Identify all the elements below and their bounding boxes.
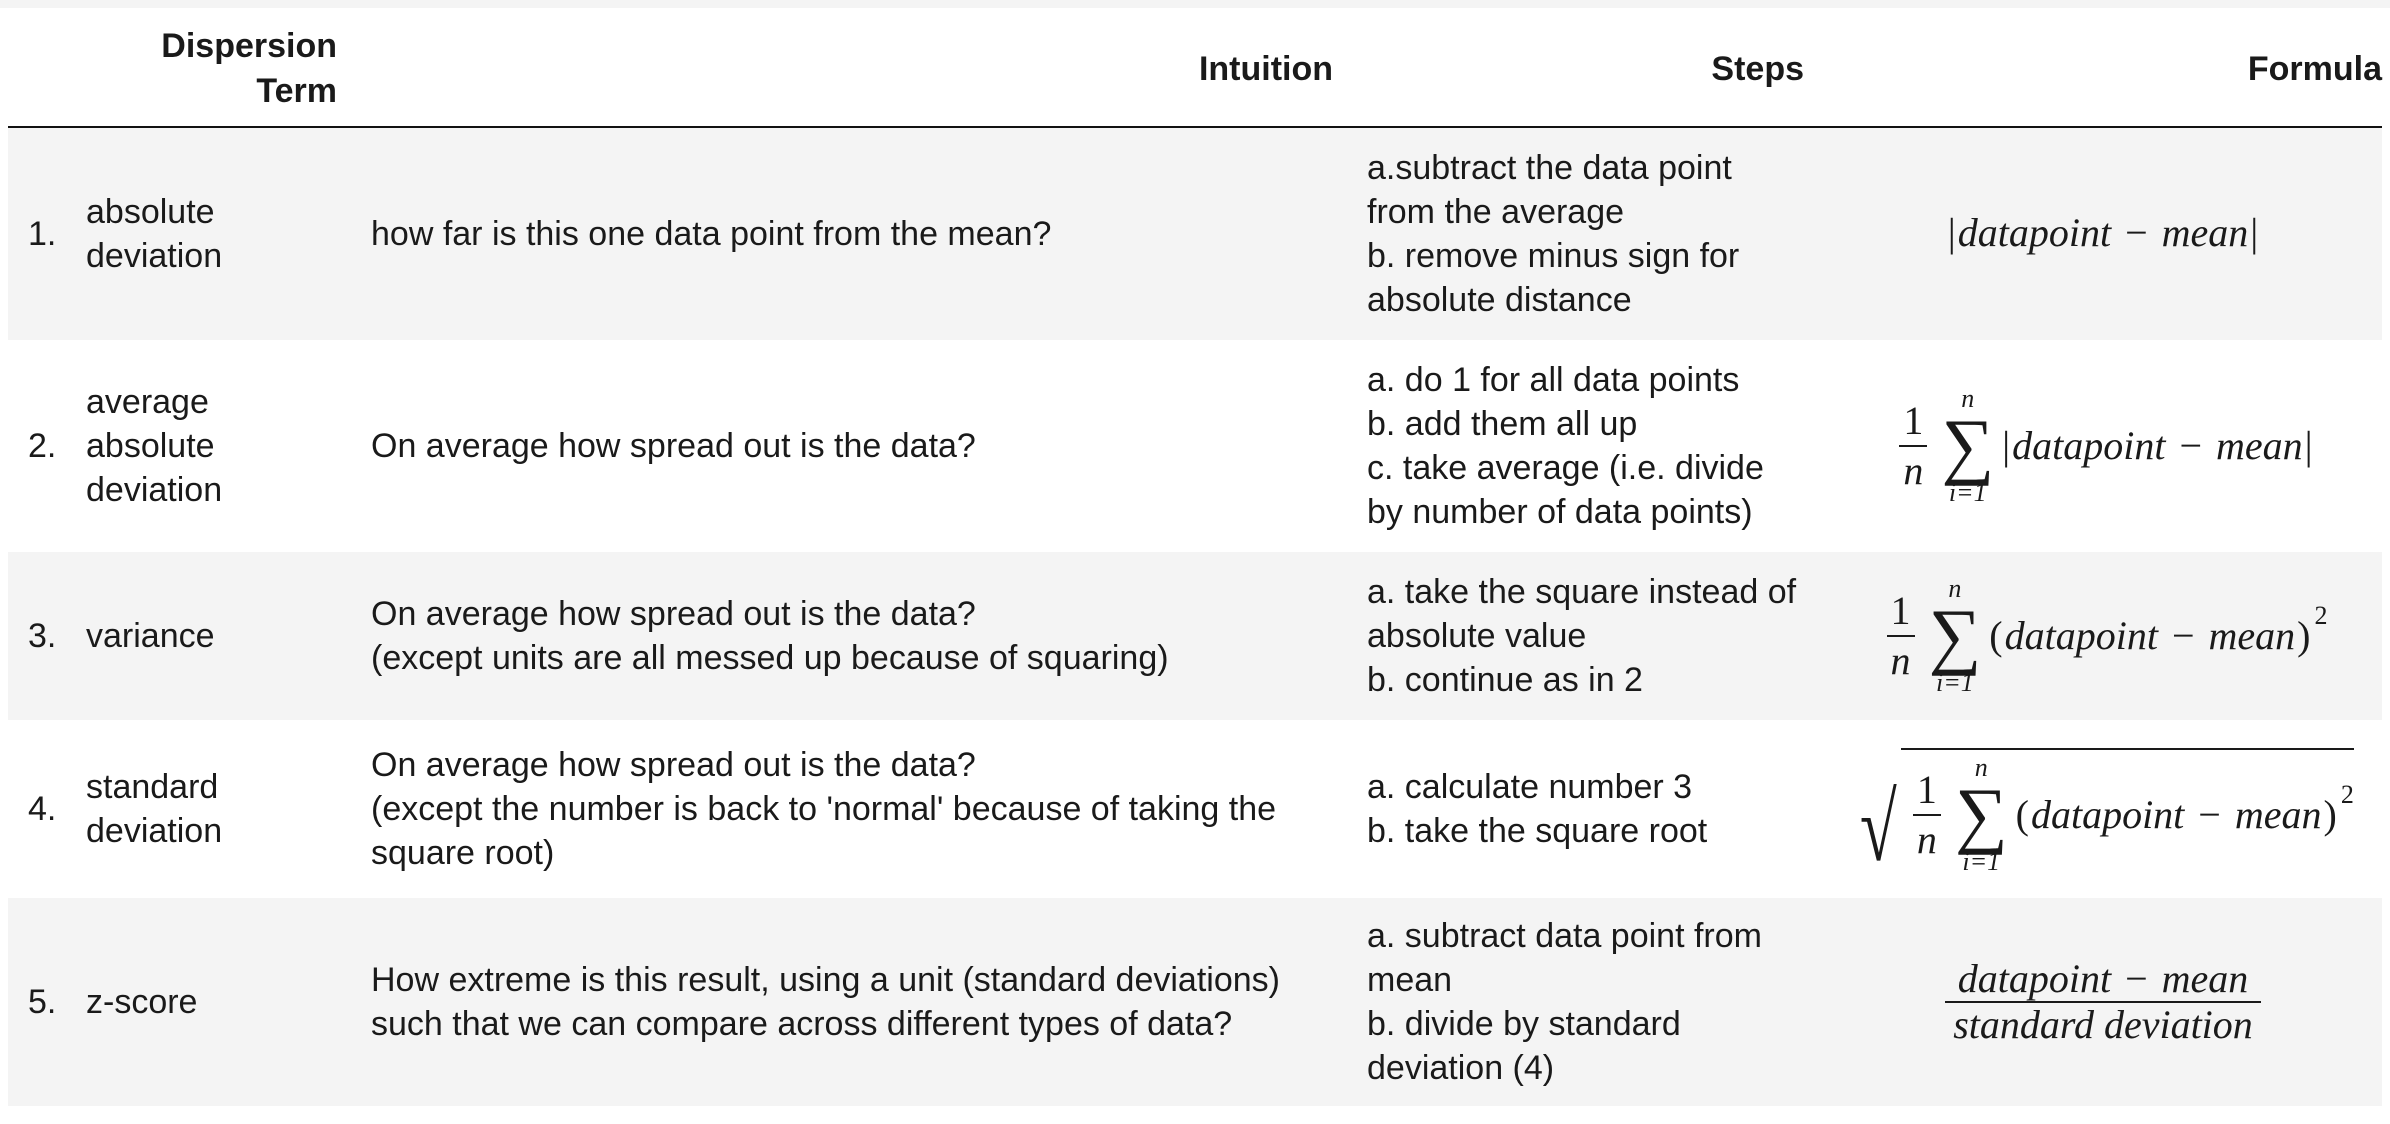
- step-line: b. take the square root: [1367, 812, 1708, 850]
- step-line: b. add them all up: [1367, 405, 1638, 443]
- step-line: c. take average (i.e. divide by number o…: [1367, 449, 1764, 531]
- row-intuition: how far is this one data point from the …: [357, 127, 1353, 340]
- formula-standard-deviation: √ 1n n ∑ i=1 (datapoint − mean) 2: [1852, 742, 2354, 876]
- formula-variance: 1n n ∑ i=1 (datapoint − mean) 2: [1879, 575, 2327, 697]
- intuition-line: On average how spread out is the data?: [371, 427, 976, 465]
- intuition-line: how far is this one data point from the …: [371, 215, 1052, 253]
- row-steps: a. calculate number 3 b. take the square…: [1353, 720, 1824, 898]
- step-line: b. divide by standard deviation (4): [1367, 1005, 1681, 1087]
- row-intuition: On average how spread out is the data?: [357, 340, 1353, 552]
- step-line: b. remove minus sign for absolute distan…: [1367, 237, 1740, 319]
- header-row: Dispersion Term Intuition Steps Formula: [8, 12, 2382, 127]
- row-term: absolute deviation: [86, 127, 357, 340]
- row-term: z-score: [86, 898, 357, 1106]
- header-index: [8, 12, 86, 127]
- step-line: a. do 1 for all data points: [1367, 361, 1740, 399]
- step-line: a. calculate number 3: [1367, 768, 1693, 806]
- row-term: average absolute deviation: [86, 340, 357, 552]
- formula-average-absolute-deviation: 1n n ∑ i=1 | datapoint − mean |: [1891, 385, 2314, 507]
- row-intuition: On average how spread out is the data? (…: [357, 720, 1353, 898]
- row-term: standard deviation: [86, 720, 357, 898]
- dispersion-table: Dispersion Term Intuition Steps Formula …: [8, 12, 2382, 1106]
- table-row: 1. absolute deviation how far is this on…: [8, 127, 2382, 340]
- header-term: Dispersion Term: [161, 27, 337, 110]
- row-steps: a.subtract the data point from the avera…: [1353, 127, 1824, 340]
- intuition-line: How extreme is this result, using a unit…: [371, 961, 1280, 1043]
- header-intuition: Intuition: [1198, 49, 1333, 88]
- table-row: 2. average absolute deviation On average…: [8, 340, 2382, 552]
- table-row: 5. z-score How extreme is this result, u…: [8, 898, 2382, 1106]
- row-intuition: How extreme is this result, using a unit…: [357, 898, 1353, 1106]
- formula-z-score: datapoint − mean standard deviation: [1937, 957, 2269, 1047]
- top-strip: [0, 0, 2390, 8]
- step-line: a.subtract the data point from the avera…: [1367, 149, 1732, 231]
- intuition-line: On average how spread out is the data?: [371, 746, 976, 784]
- row-index: 5.: [8, 898, 86, 1106]
- row-index: 1.: [8, 127, 86, 340]
- row-index: 2.: [8, 340, 86, 552]
- row-intuition: On average how spread out is the data? (…: [357, 552, 1353, 720]
- row-formula: | datapoint − mean |: [1824, 127, 2382, 340]
- table-row: 4. standard deviation On average how spr…: [8, 720, 2382, 898]
- header-formula: Formula: [2247, 49, 2382, 88]
- row-formula: √ 1n n ∑ i=1 (datapoint − mean) 2: [1824, 720, 2382, 898]
- row-formula: datapoint − mean standard deviation: [1824, 898, 2382, 1106]
- row-steps: a. do 1 for all data points b. add them …: [1353, 340, 1824, 552]
- row-index: 3.: [8, 552, 86, 720]
- formula-absolute-deviation: | datapoint − mean |: [1947, 210, 2259, 255]
- step-line: a. subtract data point from mean: [1367, 917, 1762, 999]
- intuition-line: (except the number is back to 'normal' b…: [371, 790, 1277, 872]
- row-term: variance: [86, 552, 357, 720]
- table-row: 3. variance On average how spread out is…: [8, 552, 2382, 720]
- step-line: b. continue as in 2: [1367, 661, 1643, 699]
- row-steps: a. subtract data point from mean b. divi…: [1353, 898, 1824, 1106]
- intuition-line: On average how spread out is the data?: [371, 595, 976, 633]
- step-line: a. take the square instead of absolute v…: [1367, 573, 1797, 655]
- row-index: 4.: [8, 720, 86, 898]
- row-steps: a. take the square instead of absolute v…: [1353, 552, 1824, 720]
- header-steps: Steps: [1711, 49, 1804, 88]
- row-formula: 1n n ∑ i=1 (datapoint − mean) 2: [1824, 552, 2382, 720]
- intuition-line: (except units are all messed up because …: [371, 639, 1169, 677]
- row-formula: 1n n ∑ i=1 | datapoint − mean |: [1824, 340, 2382, 552]
